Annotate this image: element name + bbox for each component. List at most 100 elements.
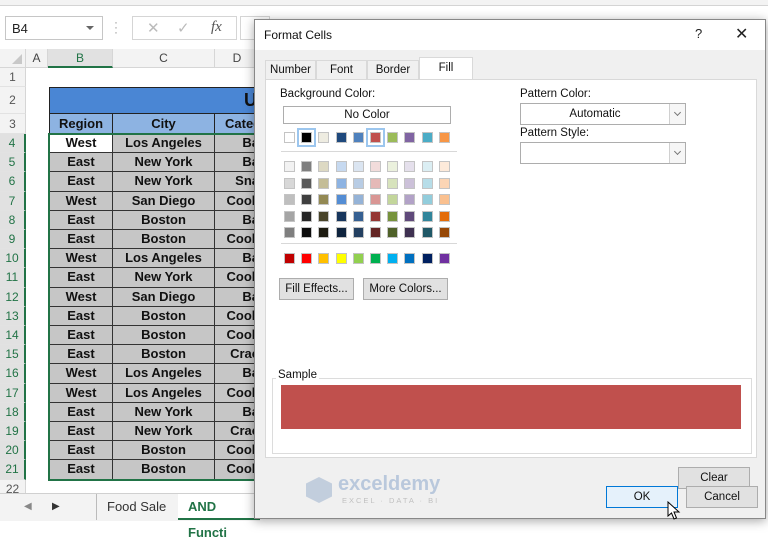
theme-shade-swatch[interactable] [301, 177, 313, 189]
cell-city[interactable]: New York [113, 422, 215, 442]
row-header-19[interactable]: 19 [0, 422, 26, 442]
tab-number[interactable]: Number [265, 60, 316, 79]
row-header-1[interactable]: 1 [0, 68, 26, 87]
cell-region[interactable]: West [49, 134, 113, 154]
theme-shade-swatch[interactable] [387, 161, 399, 172]
tab-font[interactable]: Font [316, 60, 367, 79]
theme-shade-swatch[interactable] [438, 210, 450, 222]
row-header-20[interactable]: 20 [0, 441, 26, 461]
insert-function-icon[interactable]: fx [211, 19, 222, 36]
row-header-6[interactable]: 6 [0, 172, 26, 192]
standard-color-swatch[interactable] [335, 253, 347, 264]
sheet-tab-and-function[interactable]: AND Functi [178, 494, 260, 540]
cell-city[interactable]: San Diego [113, 191, 215, 211]
dialog-title-bar[interactable]: Format Cells ? ✕ [255, 20, 765, 50]
row-header-12[interactable]: 12 [0, 287, 26, 307]
theme-color-swatch[interactable] [352, 132, 364, 143]
theme-shade-swatch[interactable] [404, 177, 416, 189]
cell-city[interactable]: Boston [113, 441, 215, 461]
cell-region[interactable]: East [49, 172, 113, 192]
theme-shade-swatch[interactable] [421, 194, 433, 205]
theme-shade-swatch[interactable] [421, 227, 433, 238]
theme-shade-swatch[interactable] [335, 210, 347, 222]
scroll-right-icon[interactable]: ▶ [52, 501, 60, 512]
enter-entry-icon[interactable]: ✓ [177, 19, 190, 37]
row-header-11[interactable]: 11 [0, 268, 26, 288]
row-header-13[interactable]: 13 [0, 306, 26, 326]
cell-region[interactable]: East [49, 306, 113, 326]
header-city[interactable]: City [113, 114, 215, 134]
theme-shade-swatch[interactable] [438, 194, 450, 205]
cell-city[interactable]: New York [113, 402, 215, 422]
row-header-9[interactable]: 9 [0, 230, 26, 250]
theme-shade-swatch[interactable] [301, 210, 313, 222]
theme-shade-swatch[interactable] [352, 194, 364, 205]
scroll-left-icon[interactable]: ◀ [24, 501, 32, 512]
theme-shade-swatch[interactable] [318, 161, 330, 172]
chevron-down-icon[interactable] [669, 143, 685, 163]
theme-shade-swatch[interactable] [438, 177, 450, 189]
theme-shade-swatch[interactable] [284, 161, 295, 172]
theme-color-swatch[interactable] [318, 132, 330, 143]
cell-city[interactable]: Boston [113, 326, 215, 346]
theme-color-swatch[interactable] [284, 132, 295, 143]
row-header-2[interactable]: 2 [0, 87, 26, 114]
pattern-style-select[interactable] [520, 142, 686, 164]
row-header-15[interactable]: 15 [0, 345, 26, 365]
standard-color-swatch[interactable] [387, 253, 399, 264]
standard-color-swatch[interactable] [404, 253, 416, 264]
theme-shade-swatch[interactable] [335, 194, 347, 205]
theme-color-swatch[interactable] [438, 132, 450, 143]
theme-shade-swatch[interactable] [387, 210, 399, 222]
fill-effects-button[interactable]: Fill Effects... [279, 278, 354, 300]
row-header-17[interactable]: 17 [0, 383, 26, 403]
standard-color-swatch[interactable] [318, 253, 330, 264]
standard-color-swatch[interactable] [370, 253, 381, 264]
theme-shade-swatch[interactable] [404, 161, 416, 172]
theme-shade-swatch[interactable] [421, 210, 433, 222]
cell-city[interactable]: New York [113, 172, 215, 192]
theme-color-swatch[interactable] [404, 132, 416, 143]
cell-city[interactable]: San Diego [113, 287, 215, 307]
cell-city[interactable]: Boston [113, 345, 215, 365]
theme-shade-swatch[interactable] [318, 177, 330, 189]
chevron-down-icon[interactable] [86, 26, 94, 30]
close-icon[interactable]: ✕ [735, 24, 748, 44]
no-color-button[interactable]: No Color [283, 106, 451, 124]
theme-shade-swatch[interactable] [335, 161, 347, 172]
pattern-color-select[interactable]: Automatic [520, 103, 686, 125]
tab-border[interactable]: Border [367, 60, 419, 79]
help-icon[interactable]: ? [695, 26, 702, 41]
cell-region[interactable]: East [49, 153, 113, 173]
theme-shade-swatch[interactable] [387, 227, 399, 238]
cell-region[interactable]: East [49, 326, 113, 346]
theme-color-swatch[interactable] [335, 132, 347, 143]
cell-region[interactable]: East [49, 210, 113, 230]
theme-shade-swatch[interactable] [284, 177, 295, 189]
theme-shade-swatch[interactable] [421, 177, 433, 189]
theme-color-swatch[interactable] [387, 132, 399, 143]
theme-shade-swatch[interactable] [404, 194, 416, 205]
theme-shade-swatch[interactable] [387, 194, 399, 205]
row-header-7[interactable]: 7 [0, 191, 26, 211]
theme-shade-swatch[interactable] [370, 210, 381, 222]
theme-color-swatch[interactable] [421, 132, 433, 143]
row-header-5[interactable]: 5 [0, 153, 26, 173]
drag-handle-icon[interactable]: · · · [114, 16, 120, 38]
cancel-button[interactable]: Cancel [686, 486, 758, 508]
cell-city[interactable]: Boston [113, 460, 215, 480]
column-header-b[interactable]: B [48, 49, 113, 68]
theme-shade-swatch[interactable] [404, 210, 416, 222]
theme-shade-swatch[interactable] [318, 227, 330, 238]
cell-region[interactable]: East [49, 402, 113, 422]
row-header-14[interactable]: 14 [0, 326, 26, 346]
cell-region[interactable]: West [49, 249, 113, 269]
theme-shade-swatch[interactable] [352, 177, 364, 189]
more-colors-button[interactable]: More Colors... [363, 278, 448, 300]
theme-shade-swatch[interactable] [301, 194, 313, 205]
cell-region[interactable]: East [49, 422, 113, 442]
theme-shade-swatch[interactable] [438, 227, 450, 238]
theme-shade-swatch[interactable] [318, 210, 330, 222]
theme-shade-swatch[interactable] [335, 177, 347, 189]
theme-shade-swatch[interactable] [352, 210, 364, 222]
